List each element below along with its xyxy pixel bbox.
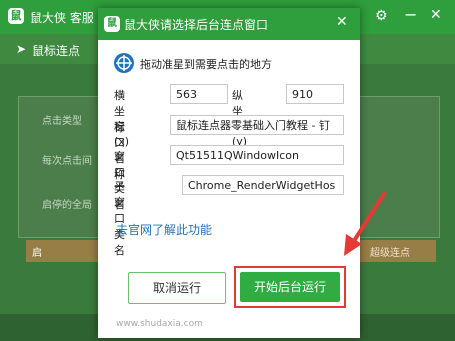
app-close-icon[interactable]: ✕	[430, 7, 442, 23]
dialog-close-icon[interactable]: ✕	[336, 14, 348, 30]
crosshair-icon[interactable]	[114, 53, 134, 73]
app-title: 鼠大侠 客服	[30, 11, 94, 25]
footer-url: www.shudaxia.com	[116, 319, 203, 329]
click-type-label: 点击类型	[42, 116, 82, 127]
child-window-class-label: 子窗口类名	[114, 180, 125, 257]
global-hotkey-label: 启停的全局	[42, 200, 92, 211]
window-class-field[interactable]: Qt51511QWindowIcon	[170, 145, 344, 165]
window-name-field[interactable]: 鼠标连点器零基础入门教程 - 钉	[170, 115, 344, 135]
dialog-logo-icon: 鼠	[104, 16, 120, 32]
start-background-run-button[interactable]: 开始后台运行	[240, 272, 340, 302]
dialog-titlebar: 鼠 鼠大侠请选择后台连点窗口 ✕	[98, 8, 360, 40]
dialog-title: 鼠大侠请选择后台连点窗口	[124, 18, 269, 32]
start-label: 启	[32, 248, 42, 259]
red-arrow-icon	[344, 192, 386, 256]
settings-gear-icon[interactable]: ⚙	[375, 8, 388, 24]
tab-mouse-clicker[interactable]: 鼠标连点	[32, 42, 80, 59]
drag-instruction: 拖动准星到需要点击的地方	[140, 58, 272, 71]
cancel-run-button[interactable]: 取消运行	[128, 272, 226, 304]
x-coordinate-field[interactable]: 563	[170, 84, 228, 104]
background-window-dialog: 鼠 鼠大侠请选择后台连点窗口 ✕ 拖动准星到需要点击的地方 横坐标(x) 563…	[98, 8, 360, 338]
app-logo-icon: 鼠	[8, 8, 24, 24]
official-site-link[interactable]: 去官网了解此功能	[116, 221, 212, 238]
click-interval-label: 每次点击间	[42, 156, 92, 167]
mouse-cursor-icon: ➤	[16, 42, 27, 56]
y-coordinate-field[interactable]: 910	[286, 84, 344, 104]
child-window-class-field[interactable]: Chrome_RenderWidgetHos	[182, 175, 344, 195]
minimize-icon[interactable]: −	[404, 5, 417, 24]
